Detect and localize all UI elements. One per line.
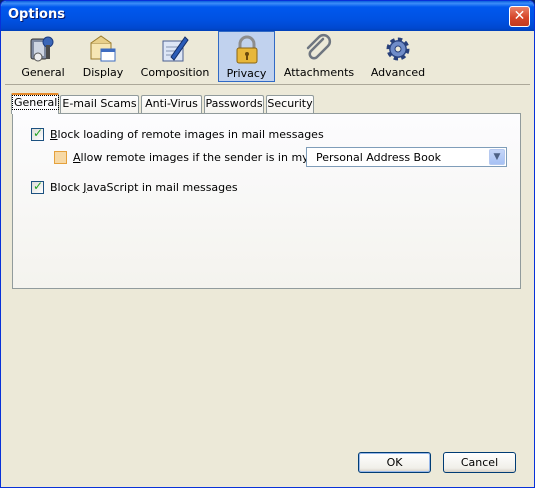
title-bar[interactable]: Options ✕: [1, 1, 534, 31]
chevron-down-icon[interactable]: ▼: [489, 149, 505, 165]
toolbar-label: Advanced: [370, 66, 426, 79]
toolbar-attachments[interactable]: Attachments: [283, 31, 355, 82]
category-toolbar: General Display Composition Privacy Atta…: [5, 31, 530, 83]
general-icon: [30, 36, 54, 62]
close-icon: ✕: [513, 8, 526, 24]
allow-remote-images-label: Allow remote images if the sender is in …: [73, 151, 312, 164]
toolbar-label: Composition: [140, 66, 210, 79]
toolbar-label: Attachments: [283, 66, 355, 79]
ok-button[interactable]: OK: [358, 452, 431, 473]
gear-icon: [386, 37, 410, 61]
lock-icon: [236, 35, 257, 64]
toolbar-label: Privacy: [226, 67, 267, 80]
toolbar-composition[interactable]: Composition: [137, 31, 213, 82]
toolbar-label: General: [21, 66, 65, 79]
toolbar-privacy[interactable]: Privacy: [218, 31, 275, 82]
block-remote-images-label: Block loading of remote images in mail m…: [50, 128, 324, 141]
toolbar-display[interactable]: Display: [77, 31, 129, 82]
tab-general[interactable]: General: [11, 93, 60, 114]
composition-icon: [162, 36, 189, 62]
block-javascript-label: Block JavaScript in mail messages: [50, 181, 238, 194]
block-javascript-checkbox[interactable]: ✓: [31, 179, 44, 194]
display-icon: [90, 35, 116, 62]
cancel-button[interactable]: Cancel: [443, 452, 516, 473]
checkmark-icon: ✓: [33, 179, 44, 193]
allow-remote-images-checkbox[interactable]: [54, 151, 67, 164]
address-book-select-value: Personal Address Book: [316, 151, 441, 164]
tab-passwords[interactable]: Passwords: [204, 95, 264, 113]
toolbar-general[interactable]: General: [15, 31, 71, 82]
options-window: Options ✕ General Display Composition Pr…: [0, 0, 535, 488]
tab-email-scams[interactable]: E-mail Scams: [60, 95, 139, 113]
checkmark-icon: ✓: [33, 126, 44, 140]
block-remote-images-checkbox[interactable]: ✓: [31, 126, 44, 141]
paperclip-icon: [306, 33, 332, 60]
window-title: Options: [8, 7, 65, 22]
tab-security[interactable]: Security: [266, 95, 314, 113]
close-button[interactable]: ✕: [509, 6, 530, 27]
tab-anti-virus[interactable]: Anti-Virus: [141, 95, 202, 113]
general-tab-panel: ✓ Block loading of remote images in mail…: [12, 113, 521, 289]
address-book-select[interactable]: Personal Address Book ▼: [306, 147, 507, 167]
toolbar-advanced[interactable]: Advanced: [367, 31, 429, 82]
toolbar-label: Display: [82, 66, 124, 79]
toolbar-divider: [5, 84, 530, 85]
